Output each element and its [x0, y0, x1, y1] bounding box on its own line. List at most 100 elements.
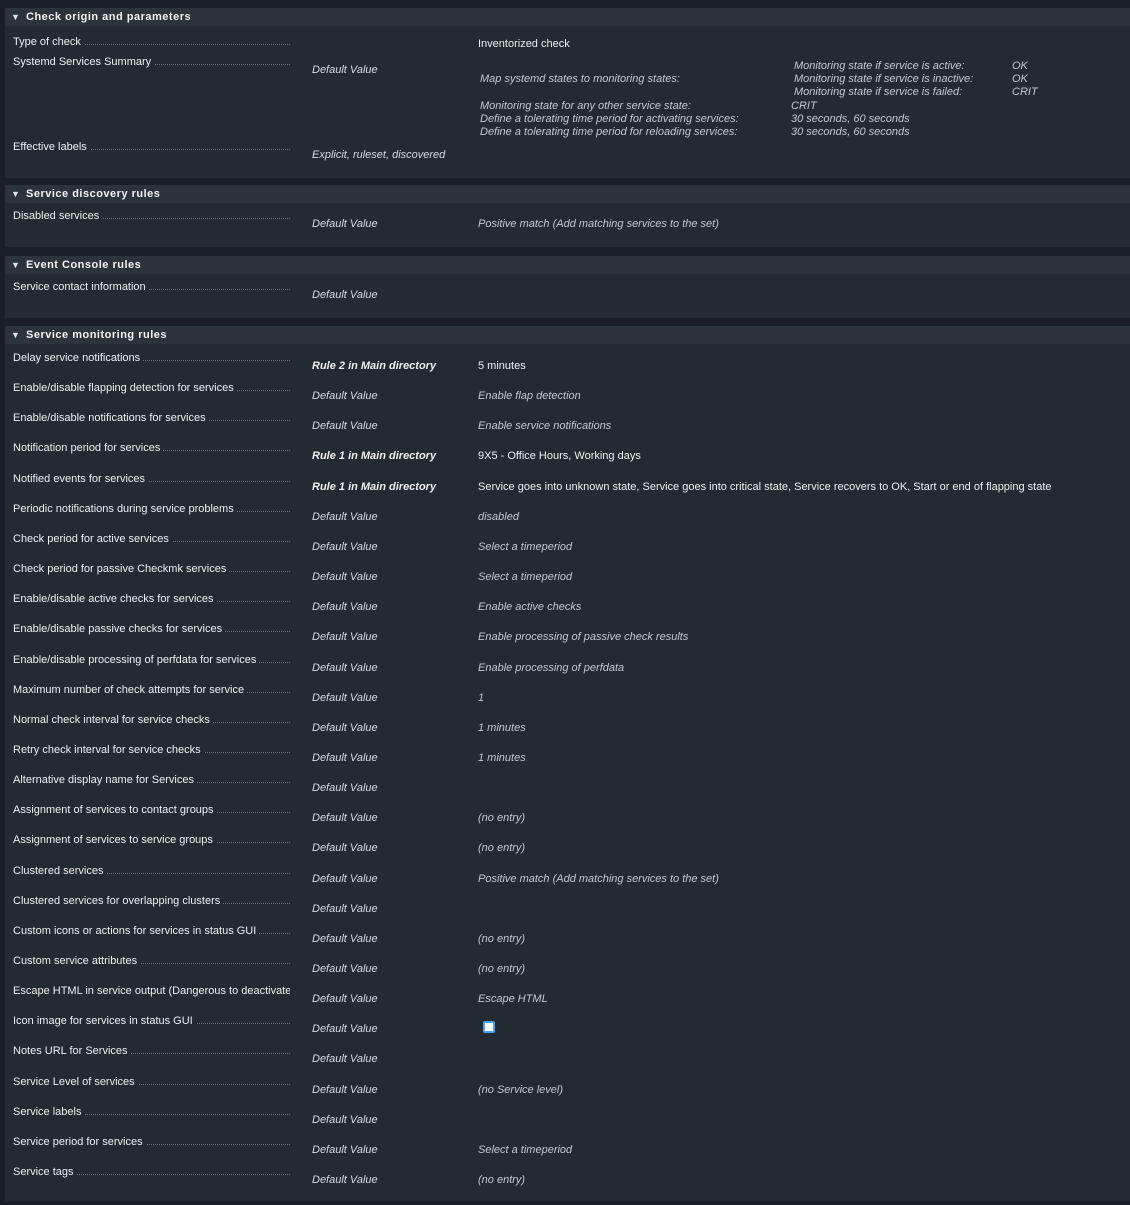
rule-value: Service goes into unknown state, Service… — [478, 480, 1052, 493]
rule-origin: Default Value — [312, 390, 378, 403]
rule-row: Enable/disable passive checks for servic… — [5, 623, 1130, 653]
section-title: Service discovery rules — [26, 188, 161, 200]
rule-row: Assignment of services to contact groups… — [5, 804, 1130, 834]
rule-value: (no entry) — [478, 932, 526, 945]
rule-row: Disabled services Default Value Positive m… — [5, 210, 1130, 240]
rule-label[interactable]: Delay service notifications — [13, 352, 144, 364]
rule-row: Clustered services Default Value Positive … — [5, 864, 1130, 895]
rule-label[interactable]: Enable/disable passive checks for servic… — [13, 623, 226, 636]
rule-label[interactable]: Service labels — [13, 1105, 85, 1118]
rule-origin: Default Value — [312, 751, 378, 764]
rule-origin: Default Value — [312, 842, 378, 855]
rule-origin: Default Value — [312, 510, 378, 523]
systemd-other-label: Monitoring state for any other service s… — [480, 100, 691, 112]
rule-label[interactable]: Notes URL for Services — [13, 1045, 131, 1058]
rule-row: Enable/disable processing of perfdata fo… — [5, 653, 1130, 684]
systemd-services-row: Systemd Services Summary Default Value M… — [5, 56, 1130, 141]
section-header-event-console[interactable]: ▼ Event Console rules — [5, 256, 1130, 274]
systemd-other-value: CRIT — [791, 100, 817, 112]
rule-value: Select a timeperiod — [478, 571, 573, 584]
systemd-active-label: Monitoring state if service is active: — [794, 60, 965, 72]
rule-origin: Default Value — [312, 540, 378, 553]
rule-label[interactable]: Check period for active services — [13, 532, 172, 545]
rule-label[interactable]: Enable/disable processing of perfdata fo… — [13, 653, 260, 666]
rule-label[interactable]: Periodic notifications during service pr… — [13, 502, 237, 515]
triangle-down-icon: ▼ — [11, 189, 21, 199]
section-header-service-discovery[interactable]: ▼ Service discovery rules — [5, 185, 1130, 203]
rule-label[interactable]: Notification period for services — [13, 442, 164, 455]
systemd-inactive-label: Monitoring state if service is inactive: — [794, 73, 974, 85]
rule-label[interactable]: Normal check interval for service checks — [13, 713, 213, 726]
systemd-map-label: Map systemd states to monitoring states: — [480, 73, 680, 85]
rule-origin: Default Value — [312, 1053, 378, 1066]
type-of-check-label: Type of check — [13, 36, 84, 48]
rule-value: 1 — [478, 691, 485, 704]
rule-label[interactable]: Service period for services — [13, 1135, 146, 1148]
rule-label[interactable]: Clustered services for overlapping clust… — [13, 894, 224, 907]
rule-origin: Default Value — [312, 1023, 378, 1036]
rule-row: Notified events for services Rule 1 in Ma… — [5, 472, 1130, 503]
rule-label[interactable]: Enable/disable active checks for service… — [13, 593, 217, 606]
rule-label[interactable]: Enable/disable flapping detection for se… — [13, 382, 237, 395]
rule-row: Enable/disable notifications for service… — [5, 412, 1130, 442]
effective-labels-row: Effective labels Explicit, ruleset, disc… — [5, 141, 1130, 171]
rule-origin: Default Value — [312, 1143, 378, 1156]
rule-row: Notes URL for Services Default Value — [5, 1045, 1130, 1075]
rule-origin: Default Value — [312, 1113, 378, 1126]
section-header-check-origin[interactable]: ▼ Check origin and parameters — [5, 8, 1130, 26]
rule-row: Assignment of services to service groups… — [5, 834, 1130, 864]
rule-label[interactable]: Custom icons or actions for services in … — [13, 924, 260, 937]
section-title: Event Console rules — [26, 259, 142, 271]
rule-label[interactable]: Escape HTML in service output (Dangerous… — [13, 985, 290, 998]
section-event-console: ▼ Event Console rules Service contact in… — [5, 256, 1130, 318]
rule-row: Icon image for services in status GUI Def… — [5, 1015, 1130, 1045]
rule-row: Enable/disable flapping detection for se… — [5, 382, 1130, 412]
rule-origin: Default Value — [312, 782, 378, 795]
rule-label[interactable]: Notified events for services — [13, 472, 149, 485]
triangle-down-icon: ▼ — [11, 330, 21, 340]
rule-label[interactable]: Assignment of services to service groups — [13, 834, 216, 847]
rule-value: Positive match (Add matching services to… — [478, 872, 719, 885]
rule-value: Select a timeperiod — [478, 540, 573, 553]
rule-origin: Default Value — [312, 661, 378, 674]
systemd-failed-value: CRIT — [1012, 86, 1038, 98]
rule-label[interactable]: Service tags — [13, 1166, 77, 1179]
section-check-origin: ▼ Check origin and parameters Type of ch… — [5, 8, 1130, 178]
rule-label[interactable]: Service contact information — [13, 281, 149, 293]
rule-label[interactable]: Check period for passive Checkmk service… — [13, 563, 230, 576]
rule-label[interactable]: Enable/disable notifications for service… — [13, 412, 209, 425]
rule-label[interactable]: Icon image for services in status GUI — [13, 1015, 196, 1028]
systemd-reloading-label: Define a tolerating time period for relo… — [480, 126, 738, 138]
systemd-inactive-value: OK — [1012, 73, 1028, 85]
checkbox-icon — [483, 1021, 495, 1034]
rule-label[interactable]: Service Level of services — [13, 1075, 138, 1088]
rule-value: (no entry) — [478, 963, 526, 975]
rule-label[interactable]: Retry check interval for service checks — [13, 743, 204, 756]
rule-value: Escape HTML — [478, 993, 548, 1006]
effective-labels-origin: Explicit, ruleset, discovered — [312, 149, 446, 161]
rule-label[interactable]: Maximum number of check attempts for ser… — [13, 683, 248, 696]
rule-origin[interactable]: Rule 1 in Main directory — [312, 450, 436, 462]
rule-value: 1 minutes — [478, 751, 526, 764]
section-service-monitoring: ▼ Service monitoring rules Delay service… — [5, 326, 1130, 1201]
rule-row: Service tags Default Value (no entry) — [5, 1166, 1130, 1196]
rule-origin: Default Value — [312, 902, 378, 915]
rule-value: Enable processing of passive check resul… — [478, 631, 689, 644]
rule-label[interactable]: Alternative display name for Services — [13, 774, 197, 787]
rule-label[interactable]: Disabled services — [13, 210, 103, 222]
rule-label[interactable]: Custom service attributes — [13, 955, 141, 967]
section-header-service-monitoring[interactable]: ▼ Service monitoring rules — [5, 326, 1130, 344]
rule-origin: Default Value — [312, 812, 378, 825]
rule-value: 5 minutes — [478, 360, 526, 372]
rule-label[interactable]: Clustered services — [13, 864, 107, 877]
rule-origin: Default Value — [312, 963, 378, 975]
rule-origin[interactable]: Rule 2 in Main directory — [312, 360, 436, 372]
rule-origin: Default Value — [312, 1083, 378, 1096]
rule-origin[interactable]: Rule 1 in Main directory — [312, 481, 436, 493]
rule-row: Enable/disable active checks for service… — [5, 593, 1130, 623]
section-service-discovery: ▼ Service discovery rules Disabled servi… — [5, 185, 1130, 247]
rule-label[interactable]: Assignment of services to contact groups — [13, 804, 217, 817]
rule-value: Positive match (Add matching services to… — [478, 218, 719, 230]
systemd-reloading-value: 30 seconds, 60 seconds — [791, 126, 910, 138]
rule-row: Service labels Default Value — [5, 1105, 1130, 1136]
